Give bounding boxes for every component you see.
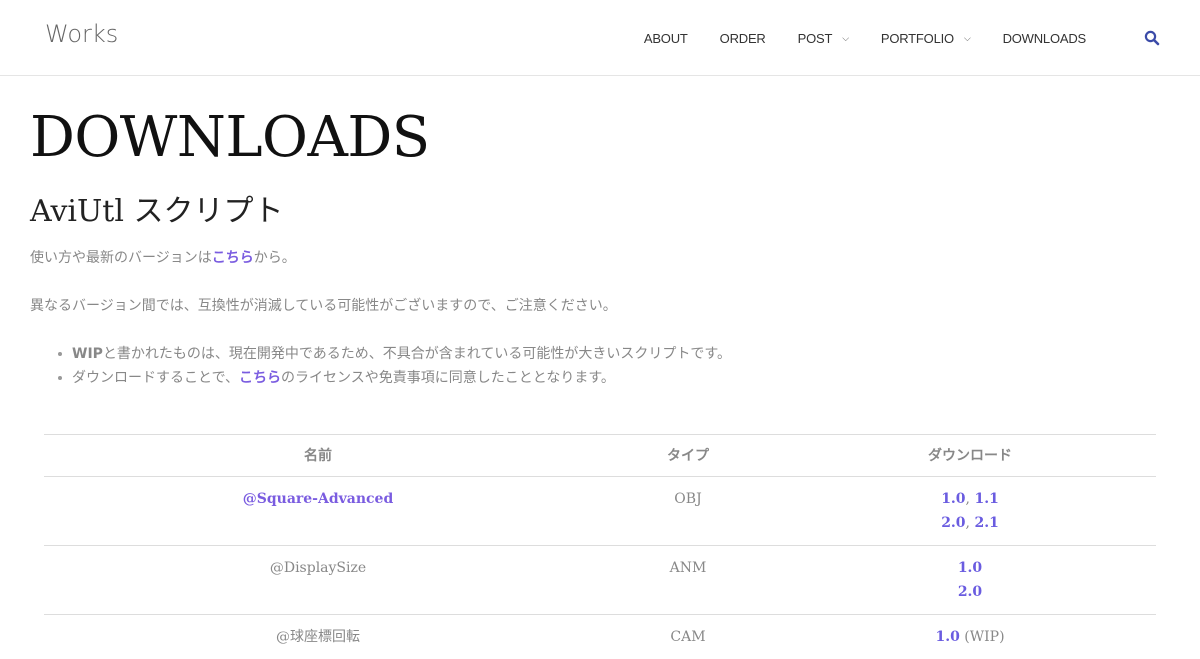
cell-type: ANM: [592, 546, 784, 615]
cell-name: @Square-Advanced: [44, 477, 592, 546]
main-content: DOWNLOADS AviUtl スクリプト 使い方や最新のバージョンはこちらか…: [30, 76, 1170, 390]
download-link-2-0[interactable]: 2.0: [958, 584, 982, 600]
download-line: 1.0: [784, 556, 1156, 580]
usage-link[interactable]: こちら: [212, 250, 254, 266]
cell-name: @球座標回転: [44, 615, 592, 659]
license-note-text: ダウンロードすることで、: [72, 370, 239, 386]
column-header-name: 名前: [44, 435, 592, 477]
nav-label: ORDER: [720, 31, 766, 46]
download-link-1-0[interactable]: 1.0: [958, 560, 982, 576]
cell-download: 1.0 (WIP): [784, 615, 1156, 659]
list-item: ダウンロードすることで、こちらのライセンスや免責事項に同意したこととなります。: [72, 366, 1170, 390]
nav-item-downloads[interactable]: DOWNLOADS: [1003, 31, 1086, 46]
cell-download: 1.0 2.0: [784, 546, 1156, 615]
page-title: DOWNLOADS: [30, 108, 1170, 168]
nav-item-portfolio[interactable]: PORTFOLIO ⌵: [881, 31, 971, 46]
nav-label: DOWNLOADS: [1003, 31, 1086, 46]
download-line: 2.0: [784, 580, 1156, 604]
script-name: @球座標回転: [276, 629, 360, 645]
download-link-1-0[interactable]: 1.0: [935, 629, 959, 645]
section-title: AviUtl スクリプト: [30, 194, 1170, 230]
script-name: @DisplaySize: [270, 560, 366, 576]
download-link-1-0[interactable]: 1.0: [941, 491, 965, 507]
list-item: WIPと書かれたものは、現在開発中であるため、不具合が含まれている可能性が大きい…: [72, 342, 1170, 366]
cell-type: OBJ: [592, 477, 784, 546]
download-line: 1.0 (WIP): [784, 625, 1156, 649]
nav-label: PORTFOLIO: [881, 31, 954, 46]
license-note-tail: のライセンスや免責事項に同意したこととなります。: [281, 370, 615, 386]
nav-item-post[interactable]: POST ⌵: [798, 31, 849, 46]
nav-item-about[interactable]: ABOUT: [644, 31, 688, 46]
table-body: @Square-Advanced OBJ1.0, 1.12.0, 2.1 @Disp…: [44, 477, 1156, 659]
download-link-2-1[interactable]: 2.1: [974, 515, 998, 531]
chevron-down-icon: ⌵: [842, 33, 849, 44]
downloads-table-wrapper: 名前 タイプ ダウンロード @Square-Advanced OBJ1.0, 1.…: [44, 434, 1156, 659]
table-header-row: 名前 タイプ ダウンロード: [44, 435, 1156, 477]
intro-paragraph: 使い方や最新のバージョンはこちらから。: [30, 248, 1170, 268]
wip-tag: WIP: [72, 346, 103, 362]
wip-suffix: (WIP): [960, 629, 1005, 645]
downloads-table: 名前 タイプ ダウンロード @Square-Advanced OBJ1.0, 1.…: [44, 434, 1156, 659]
download-line: 2.0, 2.1: [784, 511, 1156, 535]
table-row: @DisplaySize ANM 1.0 2.0: [44, 546, 1156, 615]
cell-name: @DisplaySize: [44, 546, 592, 615]
table-row: @球座標回転CAM1.0 (WIP): [44, 615, 1156, 659]
intro-text: 使い方や最新のバージョンは: [30, 250, 212, 266]
download-link-1-1[interactable]: 1.1: [974, 491, 998, 507]
script-name-link[interactable]: @Square-Advanced: [243, 491, 394, 507]
nav-label: POST: [798, 31, 833, 46]
intro-text-tail: から。: [254, 250, 296, 266]
download-link-2-0[interactable]: 2.0: [941, 515, 965, 531]
site-logo[interactable]: Works: [45, 20, 118, 48]
download-line: 1.0, 1.1: [784, 487, 1156, 511]
wip-note-text: と書かれたものは、現在開発中であるため、不具合が含まれている可能性が大きいスクリ…: [103, 346, 731, 362]
license-link[interactable]: こちら: [239, 370, 281, 386]
column-header-download: ダウンロード: [784, 435, 1156, 477]
compat-note: 異なるバージョン間では、互換性が消滅している可能性がございますので、ご注意くださ…: [30, 296, 1170, 316]
nav-item-order[interactable]: ORDER: [720, 31, 766, 46]
search-icon[interactable]: [1144, 30, 1160, 46]
table-row: @Square-Advanced OBJ1.0, 1.12.0, 2.1: [44, 477, 1156, 546]
nav-label: ABOUT: [644, 31, 688, 46]
site-header: Works ABOUT ORDER POST ⌵ PORTFOLIO ⌵ DOW…: [0, 0, 1200, 76]
cell-download: 1.0, 1.12.0, 2.1: [784, 477, 1156, 546]
cell-type: CAM: [592, 615, 784, 659]
main-nav: ABOUT ORDER POST ⌵ PORTFOLIO ⌵ DOWNLOADS: [644, 0, 1200, 76]
chevron-down-icon: ⌵: [964, 33, 971, 44]
notes-list: WIPと書かれたものは、現在開発中であるため、不具合が含まれている可能性が大きい…: [30, 342, 1170, 390]
column-header-type: タイプ: [592, 435, 784, 477]
